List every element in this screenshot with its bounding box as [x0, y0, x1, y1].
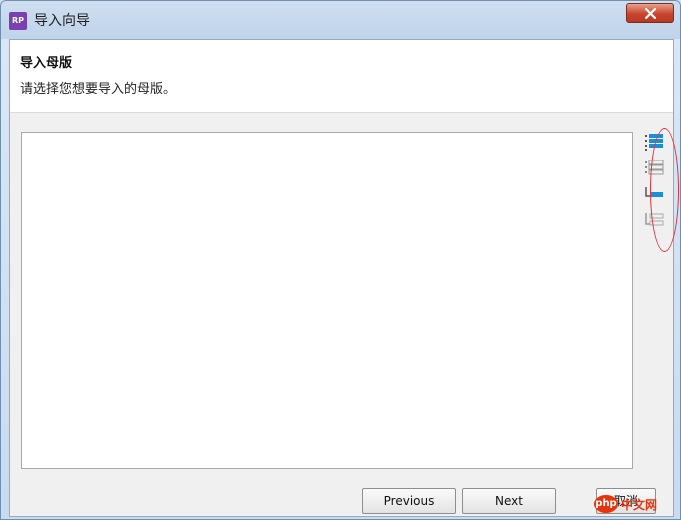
app-logo-icon: RP — [9, 12, 27, 30]
close-button[interactable] — [626, 3, 674, 23]
close-icon — [645, 8, 656, 19]
page-description: 请选择您想要导入的母版。 — [20, 82, 177, 97]
watermark-logo: php — [594, 495, 618, 513]
next-button[interactable]: Next — [462, 488, 556, 514]
dialog-body: 导入母版 请选择您想要导入的母版。 Previous Next 取消 — [9, 39, 679, 517]
red-annotation-ellipse — [650, 128, 679, 252]
site-watermark: php 中文网 — [594, 495, 672, 515]
title-bar[interactable]: RP 导入向导 — [1, 1, 680, 39]
import-wizard-window: RP 导入向导 导入母版 请选择您想要导入的母版。 Previous Next … — [0, 0, 681, 520]
window-title: 导入向导 — [34, 13, 90, 29]
watermark-text: 中文网 — [621, 498, 658, 512]
master-list[interactable] — [21, 132, 633, 469]
wizard-header: 导入母版 请选择您想要导入的母版。 — [10, 40, 673, 113]
previous-button[interactable]: Previous — [362, 488, 456, 514]
page-title: 导入母版 — [20, 56, 73, 71]
